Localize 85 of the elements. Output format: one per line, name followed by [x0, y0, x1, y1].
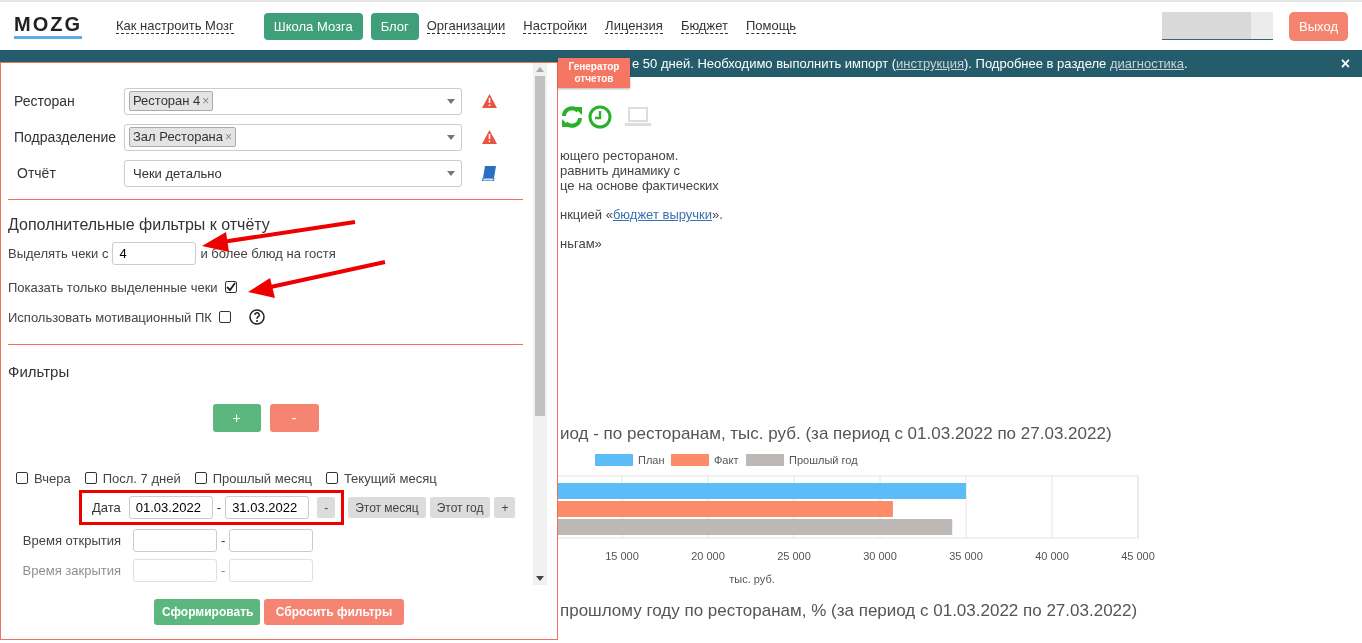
- scrollbar[interactable]: [533, 63, 547, 585]
- date-from-input[interactable]: 01.03.2022: [128, 496, 213, 519]
- axis-tick-label: 15 000: [605, 550, 639, 562]
- time-from-input[interactable]: [133, 558, 217, 582]
- axis-tick-label: 25 000: [777, 550, 811, 562]
- warning-icon: [482, 94, 497, 108]
- field-label: Дата: [92, 500, 121, 515]
- checkbox[interactable]: [325, 472, 338, 484]
- axis-tick-label: 35 000: [949, 550, 983, 562]
- checkbox[interactable]: [224, 281, 237, 293]
- checkbox-label: Посл. 7 дней: [102, 470, 181, 486]
- field-label: и более блюд на гостя: [200, 245, 336, 261]
- help-icon[interactable]: [248, 309, 265, 325]
- section-title: Фильтры: [8, 363, 71, 380]
- field-label: Ресторан: [13, 93, 76, 109]
- report-generator-ribbon: Генератор отчетов: [558, 58, 630, 88]
- range-separator: -: [221, 532, 226, 548]
- checkbox[interactable]: [16, 472, 28, 484]
- notice-text: е 50 дней. Необходимо выполнить импорт (инструкция). Подробнее в разделе диагностика.: [632, 56, 1189, 71]
- chart-title: прошлому году по ресторанам, % (за период с 01.03.2022 по 27.03.2022): [560, 601, 1139, 621]
- selected-tag[interactable]: Ресторан 4×: [129, 91, 214, 111]
- add-date-button[interactable]: +: [494, 497, 516, 518]
- checkbox-label: Использовать мотивационный ПК: [8, 309, 212, 325]
- nav-link[interactable]: Организации: [426, 18, 506, 34]
- legend-label: План: [638, 454, 665, 466]
- selected-tag[interactable]: Зал Ресторана×: [129, 127, 237, 147]
- time-to-input[interactable]: [229, 558, 314, 582]
- refresh-icon[interactable]: [560, 105, 584, 129]
- legend-item: План: [595, 454, 665, 466]
- section-title: Дополнительные фильтры к отчёту: [8, 216, 271, 234]
- nav-link[interactable]: Настройки: [523, 18, 588, 34]
- select-field[interactable]: Ресторан 4×: [124, 87, 462, 115]
- period-button[interactable]: Этот год: [429, 497, 491, 518]
- dish-count-input[interactable]: 4: [112, 241, 197, 265]
- range-separator: -: [221, 562, 226, 578]
- caret-icon[interactable]: [447, 134, 455, 140]
- description-text: равнить динамику с: [560, 163, 682, 178]
- checkbox-label: Прошлый месяц: [212, 470, 312, 486]
- field-label: Время закрытия: [21, 562, 122, 578]
- axis-tick-label: 40 000: [1035, 550, 1069, 562]
- date-to-input[interactable]: 31.03.2022: [225, 496, 310, 519]
- nav-link[interactable]: Помощь: [745, 18, 797, 34]
- description-text: це на основе фактических: [560, 178, 720, 193]
- field-label: Время открытия: [21, 532, 122, 548]
- select-field[interactable]: Чеки детально: [124, 159, 462, 187]
- range-separator: -: [216, 500, 222, 515]
- axis-tick-label: 30 000: [863, 550, 897, 562]
- caret-icon[interactable]: [447, 98, 455, 104]
- warning-icon: [482, 130, 497, 144]
- description-text: нкцией «бюджет выручки».: [560, 207, 724, 222]
- legend-item: Прошлый год: [746, 454, 858, 466]
- checkbox-label: Показать только выделенные чеки: [8, 279, 218, 295]
- caret-icon[interactable]: [447, 170, 455, 176]
- axis-tick-label: 45 000: [1121, 550, 1155, 562]
- checkbox[interactable]: [218, 311, 231, 323]
- clock-icon[interactable]: [588, 105, 612, 129]
- field-label: Выделять чеки с: [8, 245, 109, 261]
- description-text: ньгам»: [560, 236, 603, 251]
- budget-link[interactable]: бюджет выручки: [612, 207, 713, 222]
- checkbox-label: Текущий месяц: [343, 470, 437, 486]
- legend-item: Факт: [671, 454, 739, 466]
- axis-tick-label: 20 000: [691, 550, 725, 562]
- nav-link[interactable]: Бюджет: [680, 18, 728, 34]
- notice-link[interactable]: инструкция: [896, 56, 964, 71]
- scroll-down-icon[interactable]: [536, 576, 544, 581]
- period-button[interactable]: Этот месяц: [348, 497, 426, 518]
- time-from-input[interactable]: [133, 528, 217, 552]
- nav-link[interactable]: Лицензия: [605, 18, 663, 34]
- select-field[interactable]: Зал Ресторана×: [124, 123, 462, 151]
- checkbox[interactable]: [84, 472, 97, 484]
- checkbox-label: Вчера: [34, 470, 71, 486]
- checkbox[interactable]: [194, 472, 207, 484]
- field-label: Отчёт: [16, 165, 57, 181]
- legend-label: Прошлый год: [789, 454, 859, 466]
- remove-date-button[interactable]: -: [317, 497, 336, 518]
- time-to-input[interactable]: [229, 528, 314, 552]
- logo[interactable]: MOZG: [14, 13, 82, 39]
- nav-link[interactable]: Как настроить Мозг: [116, 18, 234, 34]
- description-text: ющего рестораном.: [560, 148, 680, 163]
- chart-title: иод - по ресторанам, тыс. руб. (за период с 01.03.2022 по 27.03.2022): [560, 424, 1113, 444]
- close-button[interactable]: ×: [1340, 54, 1350, 73]
- book-icon[interactable]: [482, 165, 496, 181]
- axis-label: тыс. руб.: [729, 573, 775, 585]
- legend-label: Факт: [714, 454, 739, 466]
- field-label: Подразделение: [13, 129, 118, 145]
